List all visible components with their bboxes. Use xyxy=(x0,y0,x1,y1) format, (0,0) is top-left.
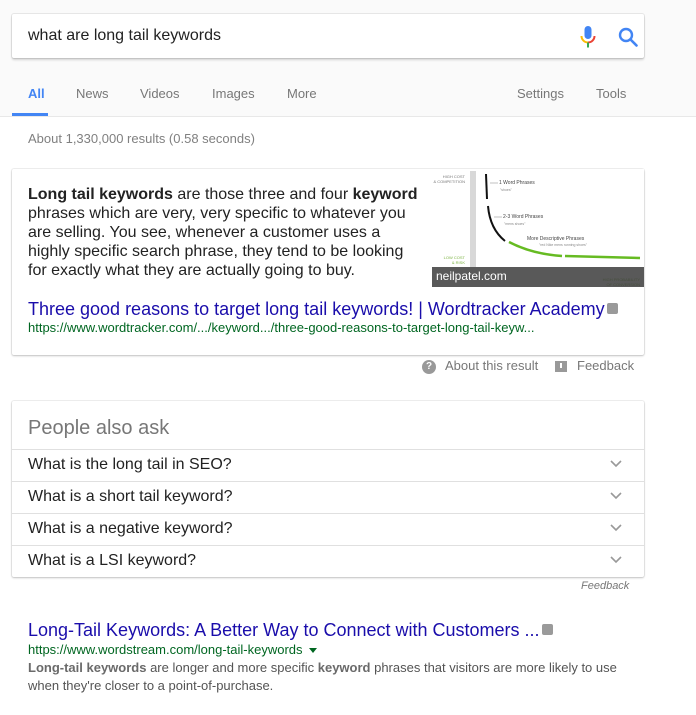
curve-segment-2 xyxy=(487,205,506,242)
help-circle-icon[interactable]: ? xyxy=(422,360,436,374)
paa-heading: People also ask xyxy=(28,417,170,439)
snippet-text-2: phrases which are very, very specific to… xyxy=(28,205,406,279)
snippet-text-1: are those three and four xyxy=(172,186,353,203)
result-link[interactable]: Long-Tail Keywords: A Better Way to Conn… xyxy=(28,620,540,640)
search-box[interactable] xyxy=(12,14,644,58)
paa-question-text: What is the long tail in SEO? xyxy=(28,456,232,473)
feedback-flag-icon[interactable] xyxy=(555,361,567,372)
paa-feedback-link[interactable]: Feedback xyxy=(581,580,629,592)
settings-link[interactable]: Settings xyxy=(517,86,564,101)
tools-link[interactable]: Tools xyxy=(596,86,626,101)
active-tab-indicator xyxy=(12,113,48,116)
url-dropdown-icon[interactable] xyxy=(308,648,317,654)
paa-question-text: What is a LSI keyword? xyxy=(28,552,197,569)
tab-videos[interactable]: Videos xyxy=(140,86,180,101)
search-header: All News Videos Images More Settings Too… xyxy=(0,0,696,117)
tab-images[interactable]: Images xyxy=(212,86,255,101)
result-description: Long-tail keywords are longer and more s… xyxy=(28,659,638,695)
result-desc-bold-2: keyword xyxy=(317,660,371,675)
snippet-bold-2: keyword xyxy=(352,186,418,203)
snippet-result-url: https://www.wordtracker.com/.../keyword.… xyxy=(28,320,535,335)
phrase-3-example: "red Nike mens running shoes" xyxy=(539,243,588,247)
result-url-text: https://www.wordstream.com/long-tail-key… xyxy=(28,642,303,657)
paa-question-text: What is a negative keyword? xyxy=(28,520,233,537)
chevron-down-icon[interactable] xyxy=(609,459,623,469)
chevron-down-icon[interactable] xyxy=(609,523,623,533)
chevron-down-icon[interactable] xyxy=(609,491,623,501)
curve-segment-4 xyxy=(564,254,641,260)
search-tabs: All News Videos Images More Settings Too… xyxy=(0,78,696,117)
phrase-2-label: 2-3 Word Phrases xyxy=(503,214,544,220)
about-this-result-link[interactable]: About this result xyxy=(445,358,538,373)
curve-segment-1 xyxy=(485,173,488,200)
paa-question-text: What is a short tail keyword? xyxy=(28,488,233,505)
amp-cache-icon xyxy=(606,303,618,315)
search-icon[interactable] xyxy=(617,26,639,48)
result-stats: About 1,330,000 results (0.58 seconds) xyxy=(28,131,255,146)
chevron-down-icon[interactable] xyxy=(609,555,623,565)
paa-question[interactable]: What is a negative keyword? xyxy=(12,513,644,545)
label-competition: & COMPETITION xyxy=(433,179,465,184)
phrase-1-example: "shoes" xyxy=(500,188,513,192)
tab-all[interactable]: All xyxy=(28,86,45,101)
result-title-row: Long-Tail Keywords: A Better Way to Conn… xyxy=(28,620,553,641)
result-desc-1: are longer and more specific xyxy=(146,660,318,675)
amp-cache-icon xyxy=(541,624,553,636)
tab-more[interactable]: More xyxy=(287,86,317,101)
snippet-bold-1: Long tail keywords xyxy=(28,186,173,203)
phrase-2-example: "mens shoes" xyxy=(504,222,526,226)
image-source-caption: neilpatel.com xyxy=(432,267,644,287)
snippet-result-link[interactable]: Three good reasons to target long tail k… xyxy=(28,299,605,319)
phrase-3-label: More Descriptive Phrases xyxy=(527,236,585,242)
people-also-ask: People also ask What is the long tail in… xyxy=(12,401,644,577)
result-url: https://www.wordstream.com/long-tail-key… xyxy=(28,642,317,657)
paa-question[interactable]: What is the long tail in SEO? xyxy=(12,449,644,481)
tab-news[interactable]: News xyxy=(76,86,109,101)
search-input[interactable] xyxy=(28,14,548,58)
microphone-icon[interactable] xyxy=(578,25,598,49)
snippet-feedback-link[interactable]: Feedback xyxy=(577,358,634,373)
snippet-title-row: Three good reasons to target long tail k… xyxy=(28,299,618,320)
y-axis-bar xyxy=(470,171,476,267)
paa-question[interactable]: What is a LSI keyword? xyxy=(12,545,644,577)
snippet-image[interactable]: HIGH COST & COMPETITION LOW COST & RISK … xyxy=(432,169,644,287)
paa-question[interactable]: What is a short tail keyword? xyxy=(12,481,644,513)
result-desc-bold-1: Long-tail keywords xyxy=(28,660,147,675)
label-risk: & RISK xyxy=(452,260,465,265)
image-source-label: neilpatel.com xyxy=(436,269,507,283)
phrase-1-label: 1 Word Phrases xyxy=(499,180,535,186)
featured-snippet: Long tail keywords are those three and f… xyxy=(12,169,644,355)
snippet-text: Long tail keywords are those three and f… xyxy=(28,185,418,280)
